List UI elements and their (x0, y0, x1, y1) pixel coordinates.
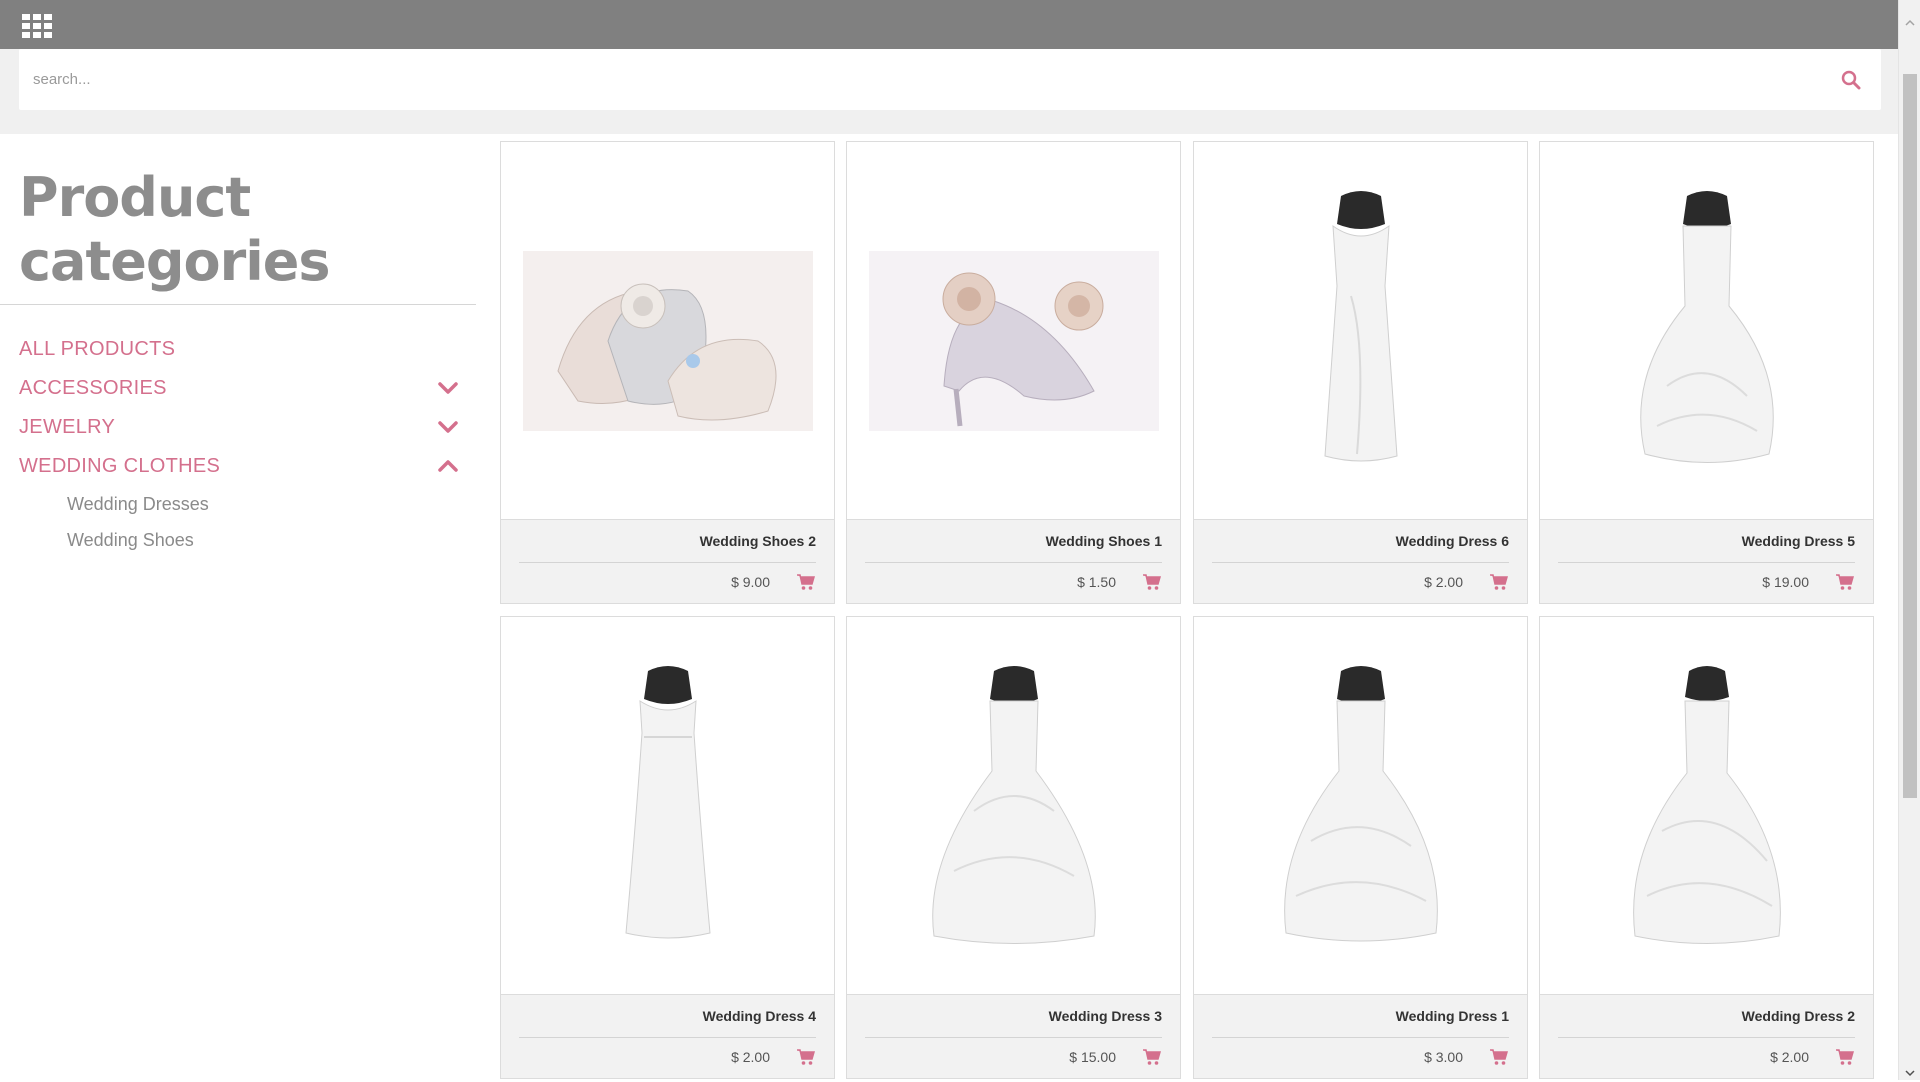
grid-apps-icon[interactable] (22, 14, 52, 38)
search-band (0, 49, 1898, 134)
product-name[interactable]: Wedding Shoes 2 (700, 533, 816, 549)
scrollbar-thumb[interactable] (1903, 74, 1917, 798)
product-image-dress[interactable] (1194, 142, 1527, 519)
top-bar (0, 0, 1898, 49)
footer-divider (519, 562, 816, 563)
product-footer: Wedding Dress 6 $ 2.00 (1194, 519, 1527, 603)
product-price: $ 2.00 (1770, 1049, 1809, 1065)
search-box (19, 49, 1881, 110)
product-image-dress[interactable] (1194, 617, 1527, 994)
product-price: $ 3.00 (1424, 1049, 1463, 1065)
product-name[interactable]: Wedding Shoes 1 (1046, 533, 1162, 549)
product-name[interactable]: Wedding Dress 5 (1742, 533, 1855, 549)
add-to-cart-icon[interactable] (1489, 1048, 1509, 1066)
product-footer: Wedding Dress 3 $ 15.00 (847, 994, 1180, 1078)
add-to-cart-icon[interactable] (796, 1048, 816, 1066)
category-wedding-clothes[interactable]: WEDDING CLOTHES (19, 447, 459, 486)
chevron-up-icon[interactable] (437, 457, 459, 475)
category-all-products[interactable]: ALL PRODUCTS (19, 330, 459, 369)
category-label: ACCESSORIES (19, 377, 167, 399)
product-name[interactable]: Wedding Dress 3 (1049, 1008, 1162, 1024)
category-sidebar: Product categories ALL PRODUCTS ACCESSOR… (0, 134, 476, 1080)
product-image-dress[interactable] (847, 617, 1180, 994)
categories-heading: Product categories (19, 166, 331, 294)
product-footer: Wedding Dress 5 $ 19.00 (1540, 519, 1873, 603)
product-name[interactable]: Wedding Dress 4 (703, 1008, 816, 1024)
product-footer: Wedding Dress 2 $ 2.00 (1540, 994, 1873, 1078)
footer-divider (865, 562, 1162, 563)
product-footer: Wedding Dress 4 $ 2.00 (501, 994, 834, 1078)
footer-divider (519, 1037, 816, 1038)
product-footer: Wedding Dress 1 $ 3.00 (1194, 994, 1527, 1078)
category-label: WEDDING CLOTHES (19, 455, 221, 477)
add-to-cart-icon[interactable] (1835, 1048, 1855, 1066)
product-card[interactable]: Wedding Shoes 2 $ 9.00 (500, 141, 835, 604)
add-to-cart-icon[interactable] (1489, 573, 1509, 591)
subcategory-list: Wedding Dresses Wedding Shoes (67, 486, 459, 558)
product-name[interactable]: Wedding Dress 6 (1396, 533, 1509, 549)
search-input[interactable] (33, 49, 1833, 110)
subcategory-wedding-dresses[interactable]: Wedding Dresses (67, 486, 459, 522)
product-card[interactable]: Wedding Dress 5 $ 19.00 (1539, 141, 1874, 604)
chevron-down-icon[interactable] (437, 379, 459, 397)
categories-heading-line2: categories (19, 230, 331, 293)
add-to-cart-icon[interactable] (796, 573, 816, 591)
category-jewelry[interactable]: JEWELRY (19, 408, 459, 447)
product-footer: Wedding Shoes 1 $ 1.50 (847, 519, 1180, 603)
product-name[interactable]: Wedding Dress 2 (1742, 1008, 1855, 1024)
product-card[interactable]: Wedding Dress 3 $ 15.00 (846, 616, 1181, 1079)
footer-divider (1212, 562, 1509, 563)
product-price: $ 15.00 (1069, 1049, 1116, 1065)
product-price: $ 2.00 (1424, 574, 1463, 590)
product-image-shoes[interactable] (501, 142, 834, 519)
scroll-down-arrow-icon[interactable] (1905, 1064, 1915, 1077)
product-price: $ 1.50 (1077, 574, 1116, 590)
category-accessories[interactable]: ACCESSORIES (19, 369, 459, 408)
category-list: ALL PRODUCTS ACCESSORIES JEWELRY WEDDING… (19, 330, 459, 558)
product-image-dress[interactable] (501, 617, 834, 994)
product-price: $ 2.00 (731, 1049, 770, 1065)
product-image-dress[interactable] (1540, 617, 1873, 994)
product-card[interactable]: Wedding Dress 1 $ 3.00 (1193, 616, 1528, 1079)
product-image-heel[interactable] (847, 142, 1180, 519)
footer-divider (1558, 562, 1855, 563)
chevron-down-icon[interactable] (437, 418, 459, 436)
product-card[interactable]: Wedding Shoes 1 $ 1.50 (846, 141, 1181, 604)
product-image-dress[interactable] (1540, 142, 1873, 519)
product-price: $ 19.00 (1762, 574, 1809, 590)
search-icon[interactable] (1841, 70, 1861, 90)
product-card[interactable]: Wedding Dress 2 $ 2.00 (1539, 616, 1874, 1079)
footer-divider (865, 1037, 1162, 1038)
product-card[interactable]: Wedding Dress 6 $ 2.00 (1193, 141, 1528, 604)
category-label: ALL PRODUCTS (19, 338, 176, 360)
category-label: JEWELRY (19, 416, 116, 438)
scroll-up-arrow-icon[interactable] (1905, 14, 1915, 26)
add-to-cart-icon[interactable] (1142, 1048, 1162, 1066)
footer-divider (1558, 1037, 1855, 1038)
categories-heading-line1: Product (19, 166, 251, 229)
subcategory-wedding-shoes[interactable]: Wedding Shoes (67, 522, 459, 558)
product-footer: Wedding Shoes 2 $ 9.00 (501, 519, 834, 603)
add-to-cart-icon[interactable] (1835, 573, 1855, 591)
add-to-cart-icon[interactable] (1142, 573, 1162, 591)
product-price: $ 9.00 (731, 574, 770, 590)
product-card[interactable]: Wedding Dress 4 $ 2.00 (500, 616, 835, 1079)
vertical-scrollbar[interactable] (1898, 0, 1920, 1080)
footer-divider (1212, 1037, 1509, 1038)
sidebar-divider (0, 304, 476, 305)
product-name[interactable]: Wedding Dress 1 (1396, 1008, 1509, 1024)
